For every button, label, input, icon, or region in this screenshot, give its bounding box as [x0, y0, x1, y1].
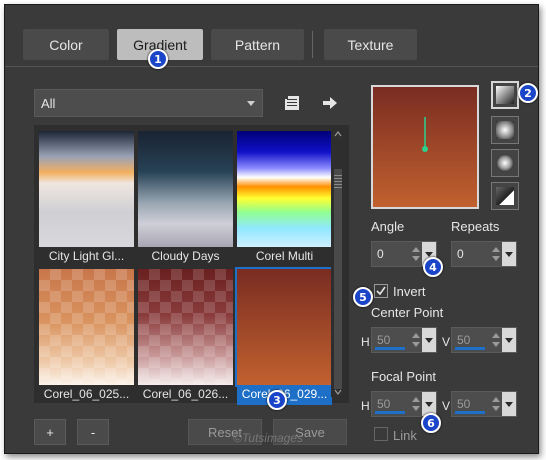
callout-badge-3: 3 — [267, 390, 287, 410]
tab-bar: Color Gradient Pattern Texture — [5, 5, 538, 67]
spin-arrows-icon[interactable] — [410, 245, 422, 263]
swatch-cloudy-days[interactable]: Cloudy Days — [138, 131, 233, 267]
center-v-dropdown-icon[interactable] — [502, 328, 516, 352]
spin-arrows-icon[interactable] — [410, 331, 422, 349]
tab-color[interactable]: Color — [23, 29, 109, 60]
swatch-corel-multi[interactable]: Corel Multi — [237, 131, 332, 267]
sunburst-gradient-icon — [496, 187, 514, 205]
repeats-value: 0 — [457, 247, 464, 261]
swatch-label: Corel_06_026... — [142, 387, 229, 401]
spin-arrows-icon[interactable] — [490, 395, 502, 413]
center-h-field[interactable]: 50 — [371, 327, 437, 353]
focal-h-value: 50 — [377, 397, 391, 411]
focal-v-level-bar — [455, 411, 485, 414]
linear-gradient-icon — [496, 86, 514, 104]
focal-h-label: H — [361, 399, 370, 413]
swatch-preview — [138, 131, 233, 247]
library-scrollbar[interactable] — [331, 129, 345, 397]
swatch-preview — [237, 131, 332, 247]
chevron-down-icon — [247, 101, 255, 106]
center-v-value: 50 — [457, 333, 471, 347]
center-v-label: V — [442, 335, 451, 349]
callout-badge-5: 5 — [353, 287, 373, 307]
remove-gradient-button[interactable]: - — [77, 419, 109, 445]
swatch-preview — [39, 131, 134, 247]
swatch-label: Corel Multi — [255, 249, 314, 263]
swatch-label: Corel_06_025... — [43, 387, 130, 401]
link-label: Link — [393, 428, 417, 443]
radial-style-button[interactable] — [491, 149, 519, 177]
angle-value: 0 — [377, 247, 384, 261]
repeats-slider-dropdown-icon[interactable] — [502, 242, 516, 266]
swatch-preview — [138, 269, 233, 385]
angle-label: Angle — [371, 219, 405, 234]
rectangular-gradient-icon — [496, 121, 514, 139]
scroll-thumb[interactable] — [334, 169, 342, 389]
invert-checkbox[interactable] — [374, 284, 388, 298]
swatch-preview — [235, 267, 334, 387]
tab-texture[interactable]: Texture — [324, 29, 417, 60]
link-checkbox[interactable] — [374, 427, 388, 441]
scroll-down-icon[interactable] — [334, 389, 342, 395]
material-properties-dialog: Color Gradient Pattern Texture 1 All Cit… — [4, 4, 539, 454]
swatch-label: Cloudy Days — [151, 249, 220, 263]
scroll-grip-icon — [334, 175, 342, 189]
invert-label: Invert — [393, 284, 426, 299]
swatch-preview — [39, 269, 134, 385]
focal-v-dropdown-icon[interactable] — [502, 392, 516, 416]
gradient-handle-icon[interactable] — [373, 87, 481, 211]
tab-separator — [312, 31, 313, 58]
center-h-dropdown-icon[interactable] — [422, 328, 436, 352]
check-icon — [376, 286, 386, 296]
callout-badge-6: 6 — [421, 413, 441, 433]
spin-arrows-icon[interactable] — [490, 245, 502, 263]
library-menu-icon[interactable] — [282, 93, 302, 113]
callout-badge-2: 2 — [518, 83, 538, 103]
scroll-up-icon[interactable] — [334, 131, 342, 137]
swatch-city-light[interactable]: City Light Gl... — [39, 131, 134, 267]
repeats-field[interactable]: 0 — [451, 241, 517, 267]
focal-v-value: 50 — [457, 397, 471, 411]
watermark: ©Tutsimages — [233, 431, 303, 445]
focal-point-label: Focal Point — [371, 369, 437, 384]
focal-h-level-bar — [375, 411, 405, 414]
category-dropdown-value: All — [41, 95, 56, 111]
center-v-level-bar — [455, 347, 485, 350]
swatch-label: City Light Gl... — [48, 249, 125, 263]
callout-badge-1: 1 — [148, 49, 168, 69]
swatch-corel-06-029[interactable]: Corel_06_029... — [235, 267, 334, 405]
sunburst-style-button[interactable] — [491, 182, 519, 210]
add-gradient-button[interactable]: + — [34, 419, 66, 445]
focal-v-field[interactable]: 50 — [451, 391, 517, 417]
gradient-library: City Light Gl... Cloudy Days Corel Multi… — [34, 125, 349, 405]
swatch-corel-06-026[interactable]: Corel_06_026... — [138, 269, 233, 405]
center-point-label: Center Point — [371, 305, 444, 320]
center-v-field[interactable]: 50 — [451, 327, 517, 353]
gradient-preview[interactable] — [371, 85, 479, 209]
swatch-corel-06-025[interactable]: Corel_06_025... — [39, 269, 134, 405]
callout-badge-4: 4 — [423, 257, 443, 277]
arrow-right-icon[interactable] — [320, 93, 340, 113]
category-dropdown[interactable]: All — [34, 89, 263, 117]
linear-style-button[interactable] — [491, 81, 519, 109]
center-h-level-bar — [375, 347, 405, 350]
spin-arrows-icon[interactable] — [410, 395, 422, 413]
spin-arrows-icon[interactable] — [490, 331, 502, 349]
focal-v-label: V — [442, 399, 451, 413]
repeats-label: Repeats — [451, 219, 500, 234]
center-h-label: H — [361, 335, 370, 349]
rectangular-style-button[interactable] — [491, 116, 519, 144]
radial-gradient-icon — [496, 154, 514, 172]
tab-pattern[interactable]: Pattern — [211, 29, 304, 60]
center-h-value: 50 — [377, 333, 391, 347]
